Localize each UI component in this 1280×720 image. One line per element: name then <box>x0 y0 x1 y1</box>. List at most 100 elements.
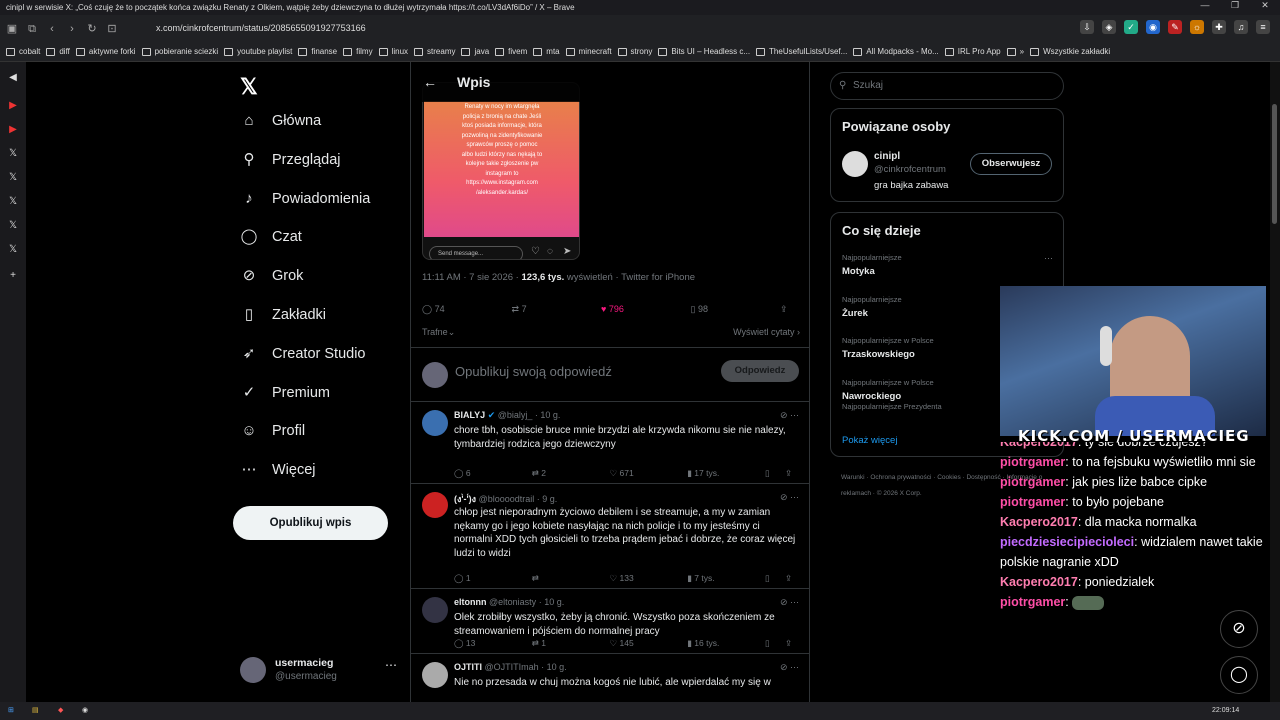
heart-action[interactable]: ♡ 145 <box>610 638 688 649</box>
back-icon[interactable]: ‹ <box>44 21 60 37</box>
nav-item-creator studio[interactable]: ➶ Creator Studio <box>240 345 366 363</box>
tweet-card[interactable]: eltonnn @eltoniasty · 10 g. ⊘ ⋯ Olek zrobi… <box>411 589 809 654</box>
reply-action[interactable]: ◯ 6 <box>454 468 532 479</box>
grok-fab-icon[interactable]: ⊘ <box>1220 610 1258 648</box>
tweet-card[interactable]: BIALYJ ✔ @bialyj_ · 10 g. ⊘ ⋯ chore tbh, o… <box>411 402 809 484</box>
reply-stat[interactable]: ◯ 74 <box>422 304 512 315</box>
x-icon[interactable]: 𝕏 <box>7 172 19 184</box>
scrollbar[interactable] <box>1270 62 1280 702</box>
bookmark-icon[interactable]: ▯ <box>765 638 785 649</box>
tabs-icon[interactable]: ⧉ <box>24 21 40 37</box>
views-action[interactable]: ▮ 17 tys. <box>687 468 765 479</box>
more-icon[interactable]: ⊘ ⋯ <box>780 410 799 421</box>
trend-item[interactable]: Najpopularniejsze w Polsce Nawrockiego Naj… <box>842 378 942 411</box>
views-action[interactable]: ▮ 16 tys. <box>687 638 765 649</box>
scrollbar-thumb[interactable] <box>1272 104 1277 224</box>
trend-item[interactable]: Najpopularniejsze w Polsce Trzaskowskiego <box>842 336 934 360</box>
minimize-icon[interactable]: — <box>1190 0 1220 15</box>
reply-button[interactable]: Odpowiedz <box>721 360 799 382</box>
nav-item-przeglądaj[interactable]: ⚲ Przeglądaj <box>240 151 341 169</box>
menu-icon[interactable]: ≡ <box>1256 20 1270 34</box>
nav-item-profil[interactable]: ☺ Profil <box>240 422 305 440</box>
tweet-author[interactable]: BIALYJ <box>454 410 485 420</box>
nav-item-premium[interactable]: ✓ Premium <box>240 384 330 402</box>
post-button[interactable]: Opublikuj wpis <box>233 506 388 540</box>
bookmark-page-icon[interactable]: ⊡ <box>104 21 120 37</box>
following-button[interactable]: Obserwujesz <box>970 153 1052 175</box>
reply-action[interactable]: ◯ 1 <box>454 573 532 584</box>
chat-username[interactable]: piotrgamer <box>1000 495 1065 509</box>
sort-dropdown[interactable]: Trafne <box>422 327 448 337</box>
avatar[interactable] <box>842 151 868 177</box>
views-action[interactable]: ▮ 7 tys. <box>687 573 765 584</box>
chat-username[interactable]: piecdziesiecipiecioleci <box>1000 535 1134 549</box>
add-icon[interactable]: + <box>7 270 19 282</box>
bookmark-item[interactable]: streamy <box>414 47 455 56</box>
share-icon[interactable]: ⇪ <box>780 304 800 315</box>
bookmark-item[interactable]: minecraft <box>565 47 612 56</box>
trend-item[interactable]: Najpopularniejsze Żurek <box>842 295 902 319</box>
speaker-icon[interactable]: ◀ <box>7 72 19 84</box>
check-icon[interactable]: ✓ <box>1124 20 1138 34</box>
x-icon[interactable]: 𝕏 <box>7 148 19 160</box>
shield-icon[interactable]: ◈ <box>1102 20 1116 34</box>
extension-icon[interactable]: ✎ <box>1168 20 1182 34</box>
share-icon[interactable]: ⇪ <box>785 468 799 479</box>
heart-action[interactable]: ♡ 671 <box>610 468 688 479</box>
more-icon[interactable]: ⊘ ⋯ <box>780 662 799 673</box>
bookmark-item[interactable]: All Modpacks - Mo... <box>853 47 939 56</box>
bookmark-item[interactable]: java <box>461 47 489 56</box>
bookmark-item[interactable]: Wszystkie zakładki <box>1030 47 1110 56</box>
bookmark-item[interactable]: strony <box>617 47 652 56</box>
brave-icon[interactable]: ◆ <box>58 706 63 714</box>
chat-username[interactable]: Kacpero2017 <box>1000 575 1078 589</box>
music-icon[interactable]: ♫ <box>1234 20 1248 34</box>
maximize-icon[interactable]: ❐ <box>1220 0 1250 15</box>
bookmark-item[interactable]: fivem <box>495 47 527 56</box>
youtube-icon[interactable]: ▶ <box>7 124 19 136</box>
extension-icon[interactable]: ☼ <box>1190 20 1204 34</box>
extension-icon[interactable]: ◉ <box>1146 20 1160 34</box>
share-icon[interactable]: ⇪ <box>785 573 799 584</box>
puzzle-icon[interactable]: ✚ <box>1212 20 1226 34</box>
avatar[interactable] <box>422 662 448 688</box>
more-icon[interactable]: ⊘ ⋯ <box>780 492 799 503</box>
forward-icon[interactable]: › <box>64 21 80 37</box>
show-more-link[interactable]: Pokaż więcej <box>842 435 897 446</box>
more-icon[interactable]: ⊘ ⋯ <box>780 597 799 608</box>
chat-username[interactable]: piotrgamer <box>1000 595 1065 609</box>
app-icon[interactable]: ◉ <box>82 706 88 714</box>
nav-item-zakładki[interactable]: ▯ Zakładki <box>240 306 326 324</box>
bookmark-item[interactable]: finanse <box>298 47 337 56</box>
post-image[interactable]: Renaty w nocy im wtargnęła policja z bro… <box>422 82 580 260</box>
tweet-author[interactable]: OJTITI <box>454 662 482 672</box>
nav-item-czat[interactable]: ◯ Czat <box>240 228 302 246</box>
tweet-card[interactable]: OJTITI @OJTITImah · 10 g. ⊘ ⋯ Nie no przes… <box>411 654 809 702</box>
bookmark-item[interactable]: diff <box>46 47 70 56</box>
chat-username[interactable]: piotrgamer <box>1000 475 1065 489</box>
nav-item-powiadomienia[interactable]: ♪ Powiadomienia <box>240 190 370 208</box>
tweet-author[interactable]: (ง'̀-'́)ง <box>454 494 476 504</box>
bookmark-item[interactable]: filmy <box>343 47 373 56</box>
account-switcher[interactable]: usermacieg @usermacieg ⋯ <box>240 652 400 690</box>
x-logo-icon[interactable]: 𝕏 <box>240 74 258 100</box>
bookmark-item[interactable]: pobieranie sciezki <box>141 47 218 56</box>
x-icon[interactable]: 𝕏 <box>7 220 19 232</box>
heart-action[interactable]: ♡ 133 <box>610 573 688 584</box>
bookmark-item[interactable]: mta <box>533 47 560 56</box>
back-arrow-icon[interactable]: ← <box>423 74 437 90</box>
repost-action[interactable]: ⇄ <box>532 573 610 584</box>
quotes-link[interactable]: Wyświetl cytaty › <box>733 327 800 337</box>
bookmark-item[interactable]: youtube playlist <box>224 47 292 56</box>
bookmark-item[interactable]: TheUsefulLists/Usef... <box>756 47 847 56</box>
tweet-card[interactable]: (ง'̀-'́)ง @bloooodtrail · 9 g. ⊘ ⋯ chłop j… <box>411 484 809 589</box>
repost-action[interactable]: ⇄ 2 <box>532 468 610 479</box>
close-icon[interactable]: ✕ <box>1250 0 1280 15</box>
like-stat[interactable]: ♥ 796 <box>601 304 691 315</box>
folder-icon[interactable]: ▤ <box>32 706 39 714</box>
avatar[interactable] <box>422 410 448 436</box>
share-icon[interactable]: ⇪ <box>785 638 799 649</box>
avatar[interactable] <box>422 597 448 623</box>
url-bar[interactable]: x.com/cinkrofcentrum/status/208565509192… <box>130 20 1070 37</box>
reply-input[interactable]: Opublikuj swoją odpowiedź <box>455 364 612 379</box>
